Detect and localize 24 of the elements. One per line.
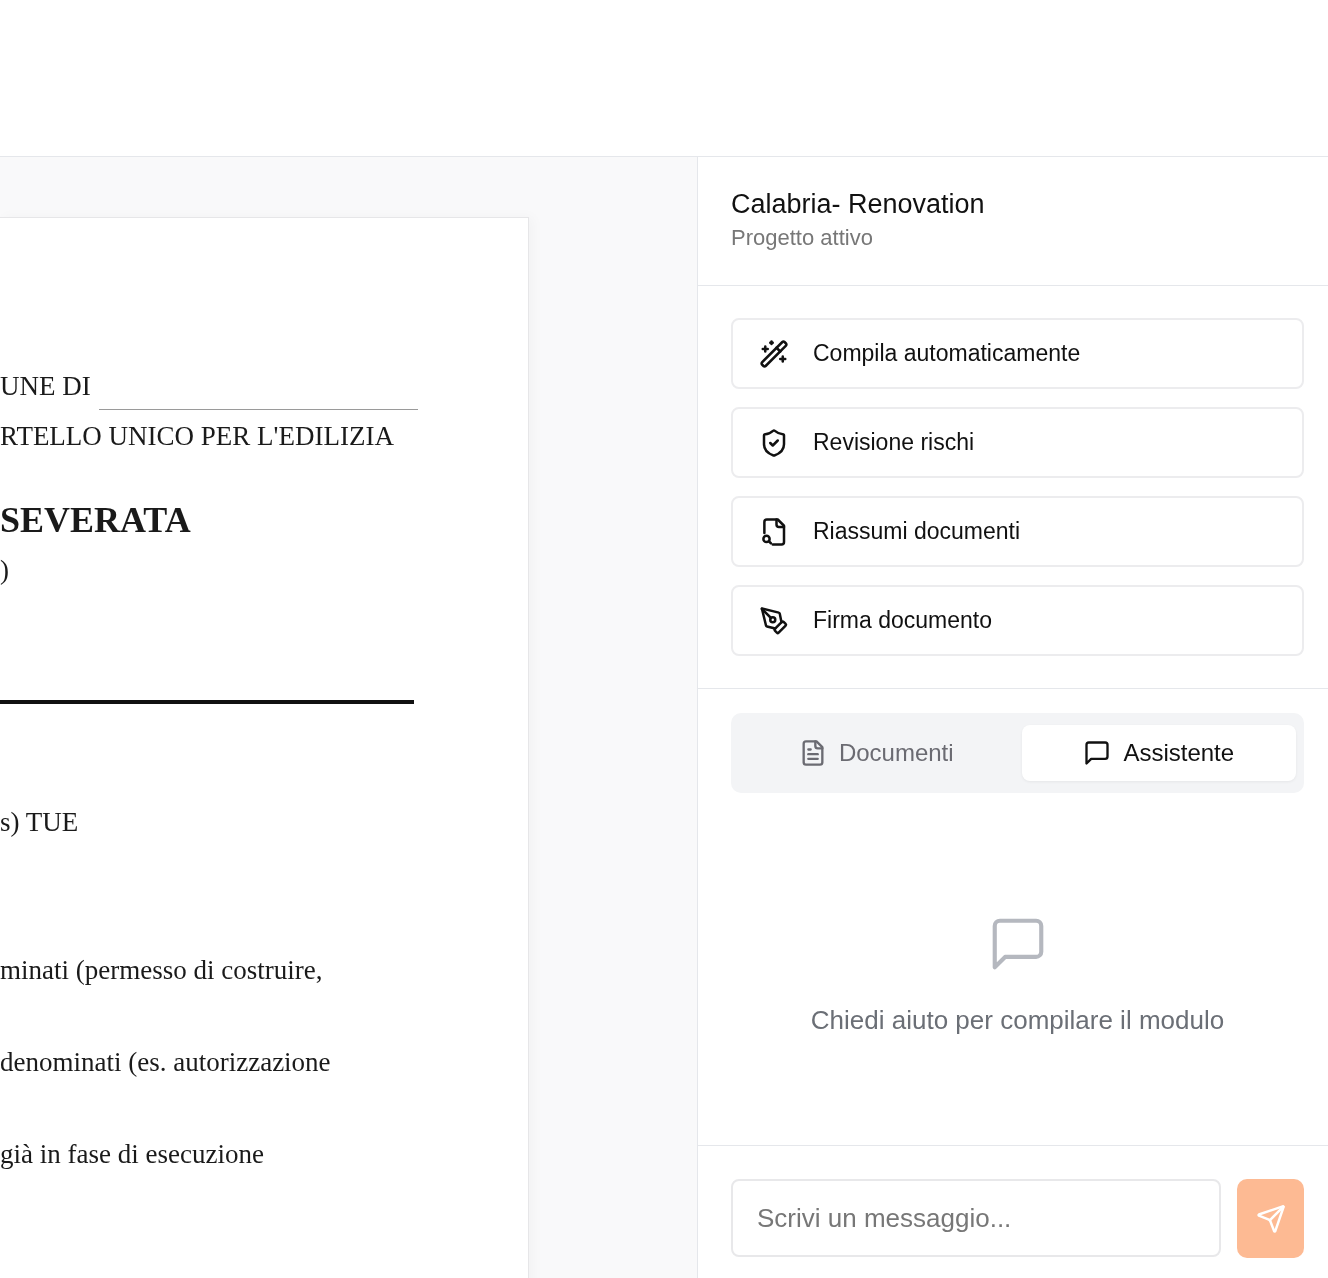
pen-nib-icon — [759, 605, 789, 636]
document-text: RTELLO UNICO PER L'EDILIZIA — [0, 420, 394, 453]
document-heading: SEVERATA — [0, 499, 191, 542]
action-button[interactable]: Compila automaticamente — [731, 318, 1304, 389]
document-text: già in fase di esecuzione — [0, 1138, 264, 1171]
document-text: denominati (es. autorizzazione — [0, 1046, 331, 1079]
magic-wand-icon — [759, 338, 789, 369]
send-icon — [1255, 1203, 1286, 1234]
project-title: Calabria- Renovation — [731, 188, 986, 221]
action-button[interactable]: Riassumi documenti — [731, 496, 1304, 567]
project-status: Progetto attivo — [731, 225, 874, 251]
send-button[interactable] — [1237, 1179, 1304, 1258]
tab[interactable]: Documenti — [739, 725, 1014, 781]
empty-state-message: Chiedi aiuto per compilare il modulo — [810, 1004, 1225, 1036]
document-text: minati (permesso di costruire, — [0, 954, 323, 987]
chat-bubble-icon — [1083, 739, 1112, 767]
document-text: UNE DI — [0, 370, 91, 403]
action-button[interactable]: Revisione rischi — [731, 407, 1304, 478]
document-text: s) TUE — [0, 806, 79, 839]
message-input[interactable]: Scrivi un messaggio... — [731, 1179, 1221, 1257]
action-button[interactable]: Firma documento — [731, 585, 1304, 656]
fill-in-line[interactable] — [98, 409, 418, 410]
tab[interactable]: Assistente — [1021, 725, 1296, 781]
document-text: ) — [0, 554, 9, 587]
